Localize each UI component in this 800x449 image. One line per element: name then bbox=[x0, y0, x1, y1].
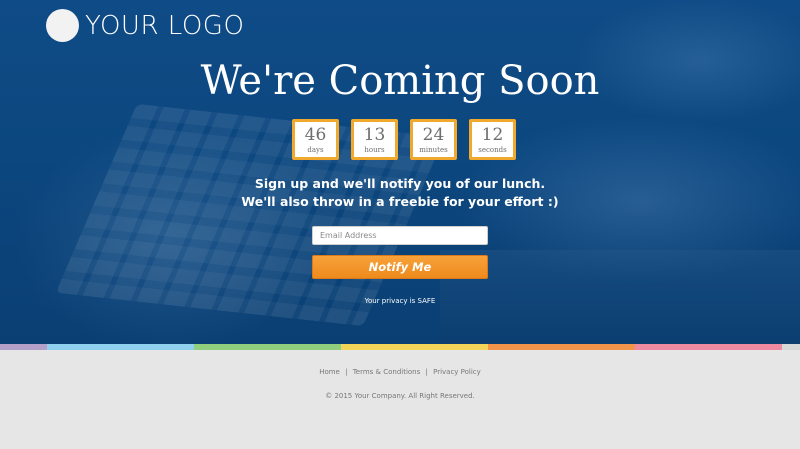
countdown-minutes: 24 minutes bbox=[410, 119, 457, 160]
notify-me-button[interactable]: Notify Me bbox=[312, 255, 488, 279]
countdown-minutes-value: 24 bbox=[422, 125, 445, 145]
tagline-line-1: Sign up and we'll notify you of our lunc… bbox=[254, 176, 546, 191]
countdown-seconds-value: 12 bbox=[481, 125, 504, 145]
hero-section: YOUR LOGO We're Coming Soon 46 days 13 h… bbox=[0, 0, 800, 344]
footer-link-terms[interactable]: Terms & Conditions bbox=[353, 368, 421, 376]
privacy-note: Your privacy is SAFE bbox=[364, 297, 436, 305]
logo-circle-icon bbox=[46, 9, 79, 42]
page-title: We're Coming Soon bbox=[200, 58, 600, 104]
footer-links: Home | Terms & Conditions | Privacy Poli… bbox=[0, 368, 800, 376]
countdown-minutes-label: minutes bbox=[419, 146, 448, 154]
countdown-days: 46 days bbox=[292, 119, 339, 160]
stripe-segment-grey bbox=[782, 344, 800, 350]
stripe-segment-pink bbox=[635, 344, 782, 350]
stripe-segment-purple bbox=[0, 344, 47, 350]
countdown-seconds-label: seconds bbox=[478, 146, 507, 154]
stripe-segment-blue bbox=[47, 344, 194, 350]
stripe-segment-orange bbox=[488, 344, 635, 350]
countdown-days-value: 46 bbox=[304, 125, 327, 145]
email-input[interactable] bbox=[312, 226, 488, 245]
countdown-days-label: days bbox=[307, 146, 324, 154]
footer-separator: | bbox=[425, 368, 428, 376]
countdown-seconds: 12 seconds bbox=[469, 119, 516, 160]
stripe-segment-yellow bbox=[341, 344, 488, 350]
countdown-hours-value: 13 bbox=[363, 125, 386, 145]
countdown-hours-label: hours bbox=[364, 146, 385, 154]
signup-tagline: Sign up and we'll notify you of our lunc… bbox=[0, 175, 800, 211]
countdown-timer: 46 days 13 hours 24 minutes 12 seconds bbox=[292, 119, 516, 160]
footer-link-privacy[interactable]: Privacy Policy bbox=[433, 368, 481, 376]
tagline-line-2: We'll also throw in a freebie for your e… bbox=[241, 194, 559, 209]
footer-link-home[interactable]: Home bbox=[319, 368, 340, 376]
logo-text: YOUR LOGO bbox=[85, 10, 245, 41]
logo[interactable]: YOUR LOGO bbox=[46, 9, 244, 42]
color-stripe bbox=[0, 344, 800, 350]
copyright-text: © 2015 Your Company. All Right Reserved. bbox=[325, 392, 475, 400]
footer-separator: | bbox=[345, 368, 348, 376]
stripe-segment-green bbox=[194, 344, 341, 350]
countdown-hours: 13 hours bbox=[351, 119, 398, 160]
